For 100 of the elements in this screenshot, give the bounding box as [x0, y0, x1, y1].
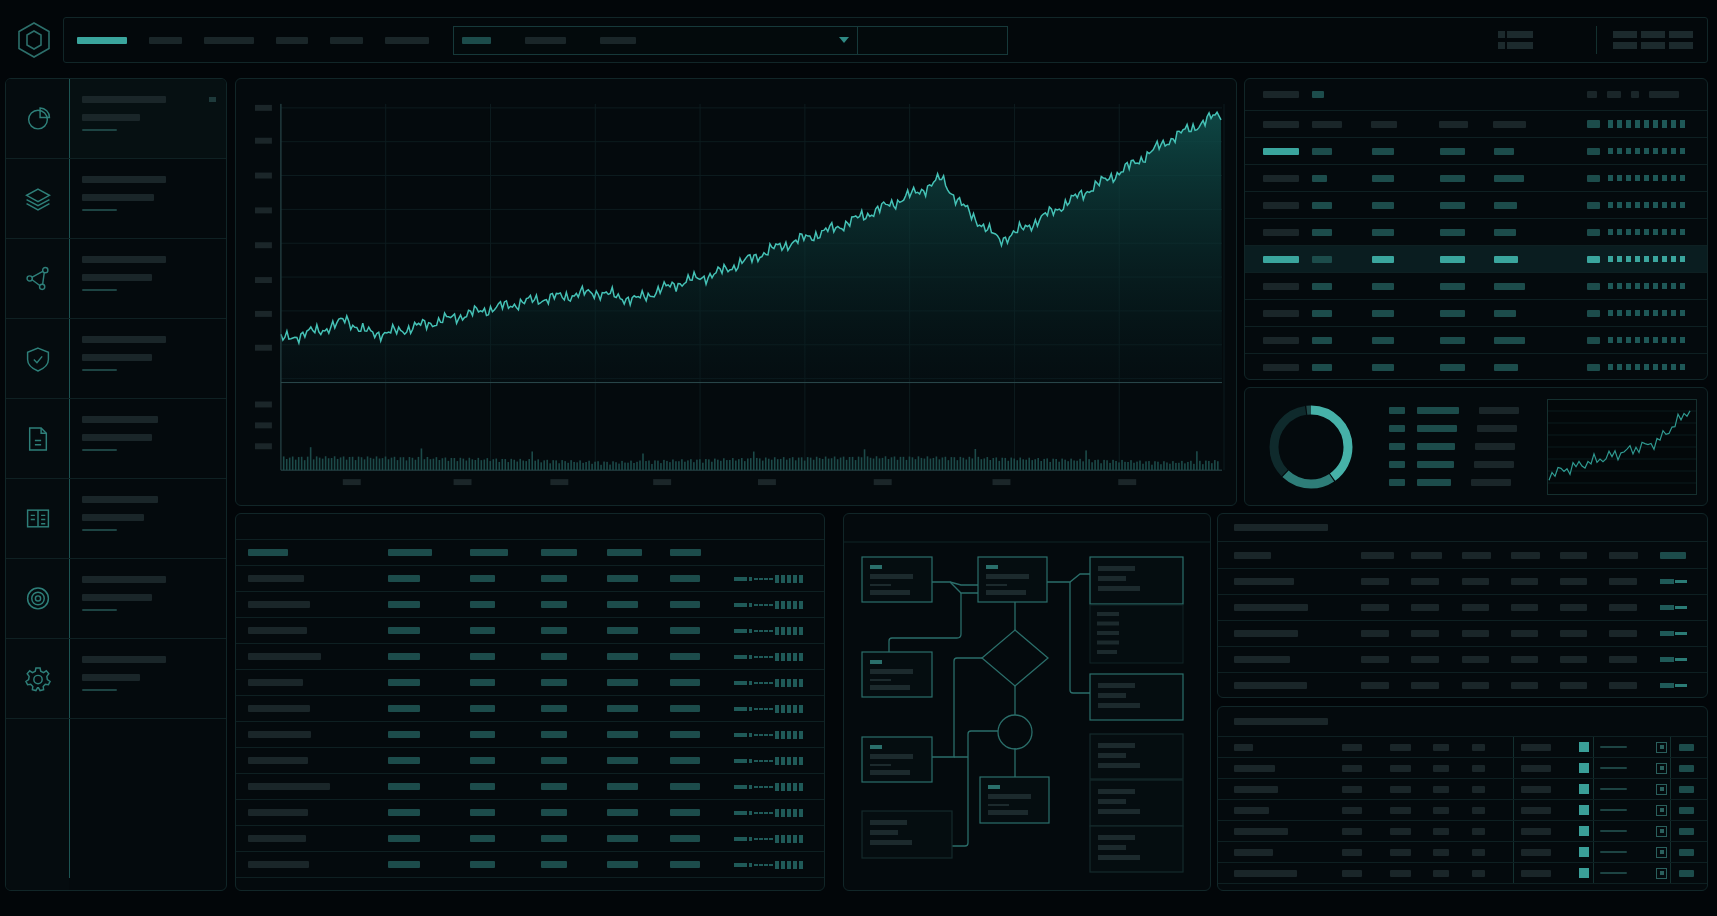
placeholder-bar: [1411, 551, 1442, 559]
placeholder-bar: [1263, 120, 1299, 128]
segment-meter-icon: [734, 704, 804, 713]
placeholder-bar: [670, 783, 700, 790]
placeholder-bar: [1234, 806, 1269, 814]
placeholder-bar: [1609, 578, 1637, 585]
placeholder-bar: [470, 783, 495, 790]
selection-marker: [209, 97, 216, 102]
checkbox[interactable]: [1579, 826, 1589, 836]
placeholder-bar: [1462, 630, 1489, 637]
placeholder-bar: [1587, 91, 1597, 98]
checkbox[interactable]: [1579, 763, 1589, 773]
table-row[interactable]: [1245, 246, 1707, 273]
sidebar-item[interactable]: [6, 79, 226, 159]
placeholder-bar: [1389, 443, 1405, 450]
sidebar-item[interactable]: [6, 399, 226, 479]
open-row-icon[interactable]: [1656, 804, 1667, 816]
sidebar-item[interactable]: [6, 639, 226, 719]
placeholder-bar: [1433, 764, 1449, 772]
placeholder-bar: [1521, 869, 1551, 877]
placeholder-bar: [1511, 551, 1540, 559]
placeholder-bar: [541, 783, 567, 790]
segment-meter-icon: [734, 730, 804, 739]
placeholder-bar: [1607, 91, 1621, 98]
open-row-icon[interactable]: [1656, 825, 1667, 837]
placeholder-bar: [1472, 806, 1485, 814]
table-view-icon[interactable]: [1613, 30, 1695, 50]
placeholder-bar: [541, 731, 567, 738]
placeholder-bar: [1477, 425, 1517, 432]
placeholder-bar: [1390, 785, 1411, 793]
open-row-icon[interactable]: [1656, 783, 1667, 795]
placeholder-bar: [1560, 578, 1587, 585]
placeholder-bar: [470, 861, 495, 868]
placeholder-bar: [1511, 630, 1538, 637]
placeholder-bar: [1234, 785, 1278, 793]
settings-icon: [24, 665, 51, 692]
checkbox[interactable]: [1579, 805, 1589, 815]
placeholder-bar: [1679, 785, 1694, 793]
placeholder-bar: [1472, 827, 1485, 835]
placeholder-bar: [1493, 120, 1526, 128]
placeholder-bar: [1472, 743, 1485, 751]
placeholder-bar: [1361, 551, 1394, 559]
placeholder-bar: [470, 653, 495, 660]
flow-node: [977, 556, 1048, 603]
placeholder-bar: [1511, 682, 1538, 689]
placeholder-bar: [1609, 551, 1638, 559]
flow-node: [861, 736, 933, 783]
segment-meter-icon: [734, 860, 804, 869]
placeholder-bar: [388, 653, 420, 660]
placeholder-bar: [248, 809, 308, 816]
checkbox[interactable]: [1579, 868, 1589, 878]
placeholder-bar: [607, 731, 638, 738]
placeholder-bar: [1234, 869, 1297, 877]
axis-label-bar: [254, 344, 272, 351]
placeholder-bar: [1560, 656, 1587, 663]
sidebar-item[interactable]: [6, 319, 226, 399]
placeholder-bar: [470, 705, 495, 712]
open-row-icon[interactable]: [1656, 846, 1667, 858]
open-row-icon[interactable]: [1656, 867, 1667, 879]
placeholder-bar: [1390, 869, 1411, 877]
axis-label-bar: [342, 479, 361, 486]
placeholder-bar: [1417, 425, 1457, 432]
placeholder-bar: [1411, 656, 1439, 663]
placeholder-bar: [1389, 407, 1405, 414]
checkbox[interactable]: [1579, 742, 1589, 752]
open-row-icon[interactable]: [1656, 762, 1667, 774]
placeholder-bar: [1390, 848, 1411, 856]
placeholder-bar: [541, 627, 567, 634]
placeholder-bar: [1411, 578, 1439, 585]
sidebar-item[interactable]: [6, 559, 226, 639]
open-row-icon[interactable]: [1656, 741, 1667, 753]
checkbox[interactable]: [1579, 847, 1589, 857]
segment-meter-icon: [734, 678, 804, 687]
mini-bar-icon: [1660, 657, 1688, 662]
placeholder-bar: [1234, 743, 1253, 751]
placeholder-bar: [1411, 682, 1439, 689]
search-field[interactable]: [858, 25, 1008, 55]
sidebar-item[interactable]: [6, 479, 226, 559]
placeholder-bar: [670, 627, 700, 634]
placeholder-bar: [1511, 578, 1538, 585]
checkbox[interactable]: [1579, 784, 1589, 794]
filter-dropdown[interactable]: [453, 25, 858, 55]
mini-bar-icon: [1660, 631, 1688, 636]
sidebar-item[interactable]: [6, 159, 226, 239]
placeholder-bar: [670, 549, 701, 556]
placeholder-bar: [1475, 443, 1515, 450]
placeholder-bar: [248, 705, 310, 712]
placeholder-bar: [1472, 869, 1485, 877]
placeholder-bar: [1679, 743, 1694, 751]
axis-label-bar: [550, 479, 569, 486]
sidebar-item[interactable]: [6, 239, 226, 319]
placeholder-bar: [82, 514, 144, 521]
placeholder-bar: [388, 705, 420, 712]
placeholder-bar: [670, 861, 700, 868]
connector-line: [1014, 685, 1016, 716]
placeholder-bar: [388, 809, 420, 816]
placeholder-bar: [670, 731, 700, 738]
placeholder-bar: [541, 809, 567, 816]
segment-meter-icon: [734, 808, 804, 817]
placeholder-bar: [248, 549, 288, 556]
